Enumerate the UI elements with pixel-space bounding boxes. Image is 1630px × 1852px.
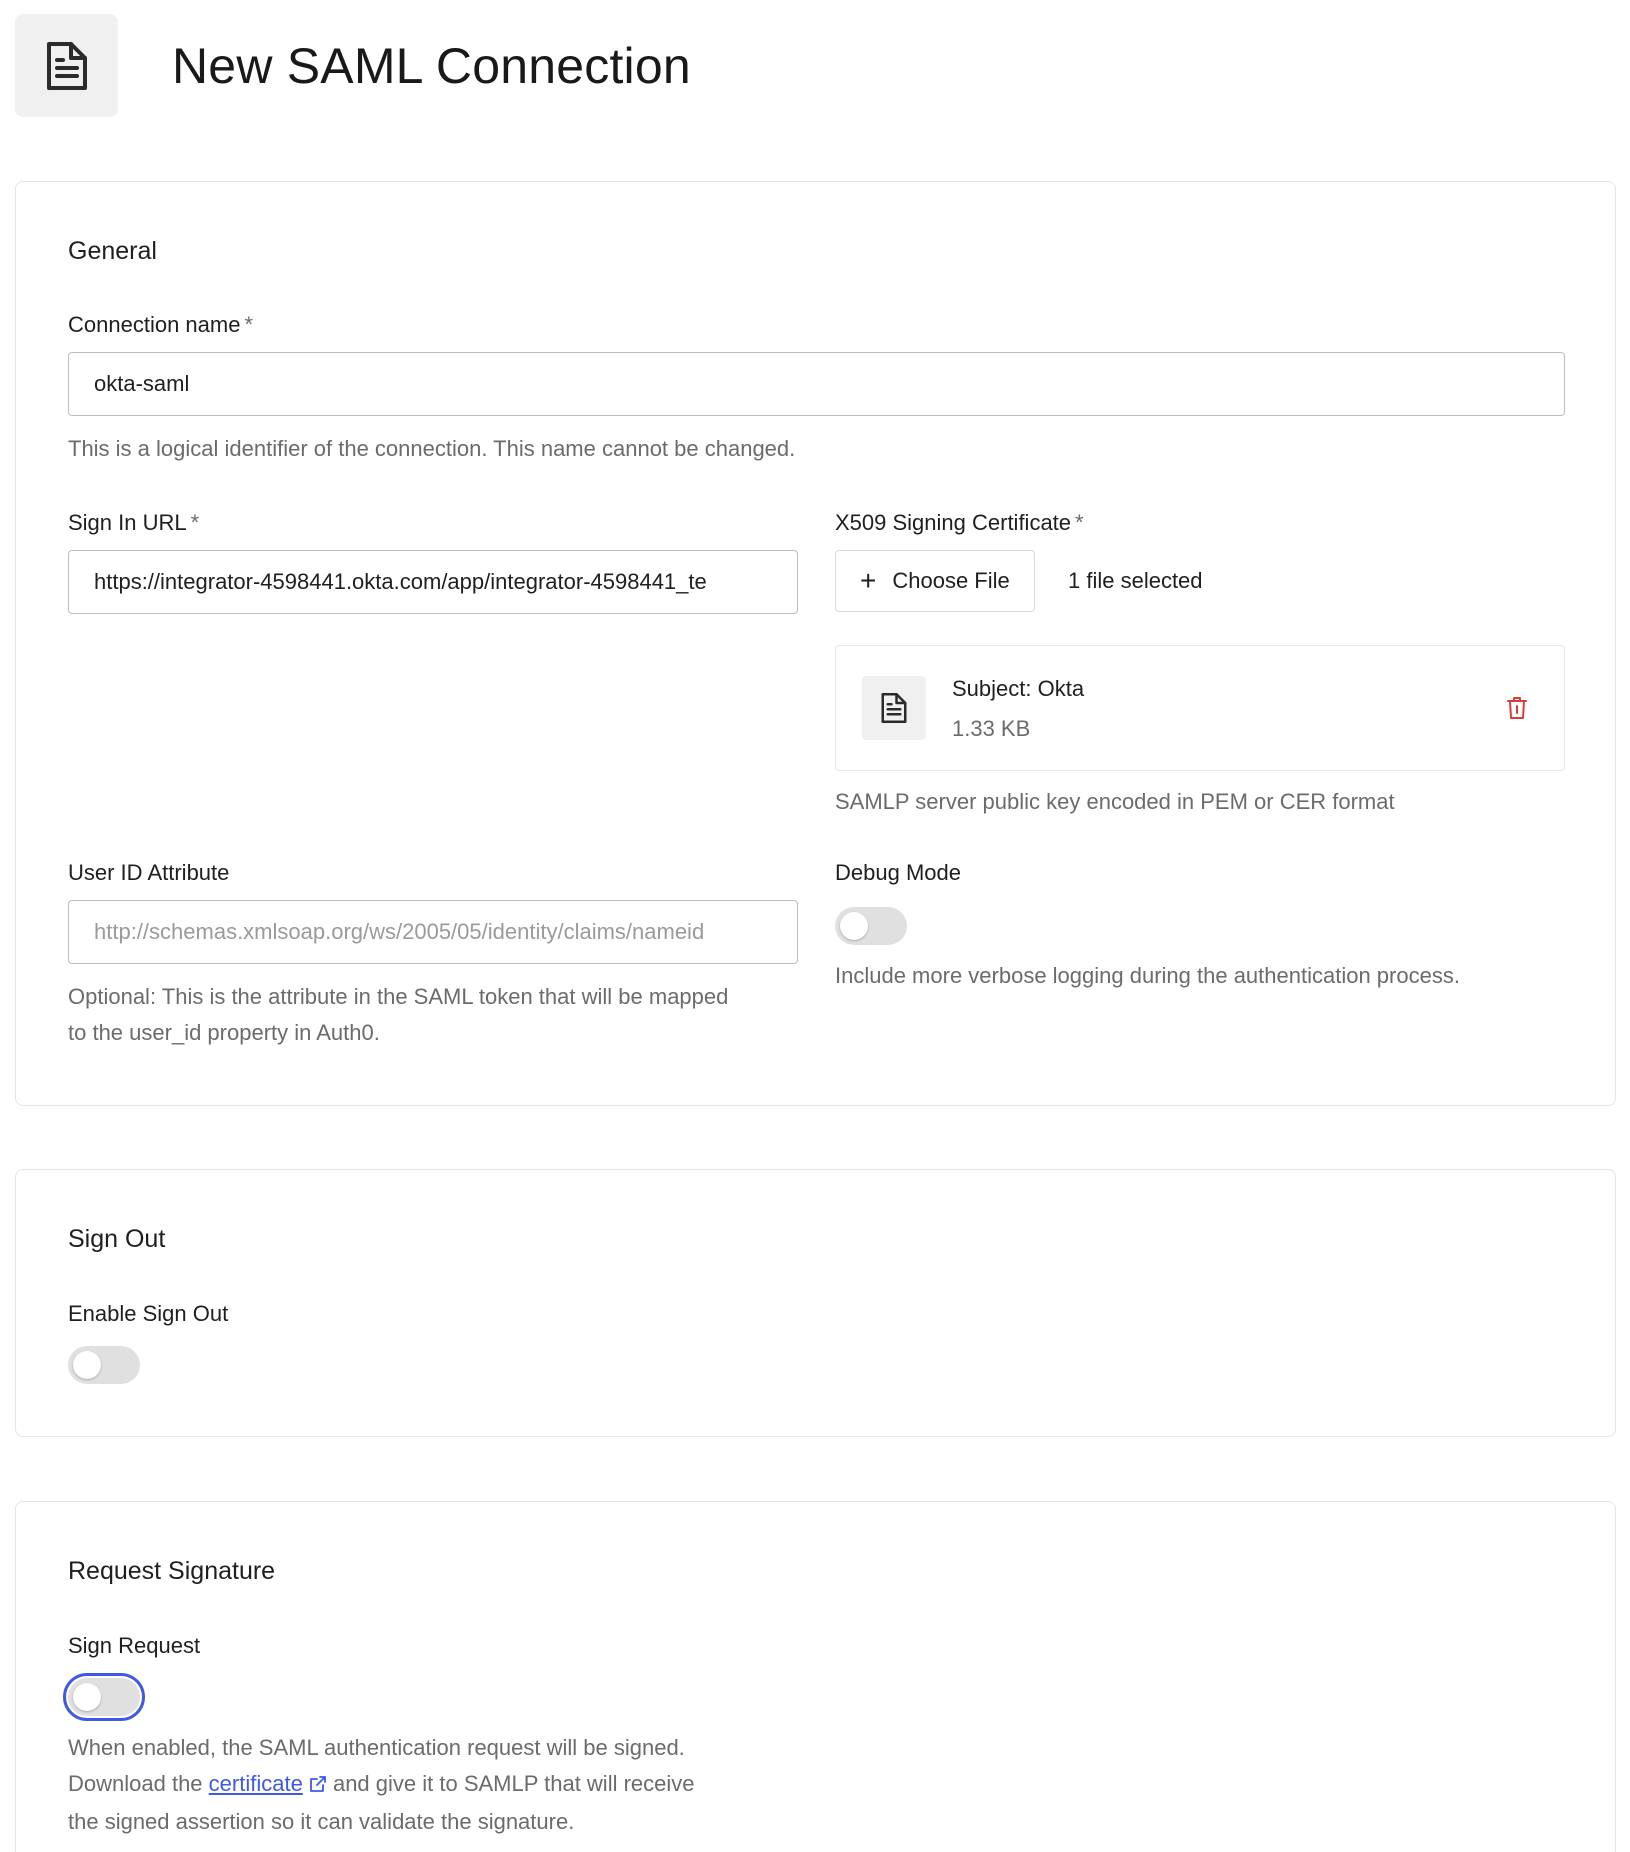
debug-mode-help: Include more verbose logging during the …: [835, 963, 1460, 988]
document-icon: [15, 14, 118, 117]
general-section: General Connection name* This is a logic…: [15, 181, 1616, 1106]
connection-name-label: Connection name *: [68, 312, 254, 337]
user-id-attribute-label: User ID Attribute: [68, 860, 230, 885]
debug-mode-label: Debug Mode: [835, 860, 961, 885]
enable-sign-out-label: Enable Sign Out: [68, 1301, 229, 1326]
sign-in-url-label: Sign In URL *: [68, 510, 200, 535]
connection-name-help: This is a logical identifier of the conn…: [68, 436, 796, 461]
sign-request-help: When enabled, the SAML authentication re…: [68, 1735, 695, 1834]
sign-out-section: Sign Out Enable Sign Out: [15, 1169, 1616, 1437]
request-signature-section-title: Request Signature: [68, 1557, 276, 1585]
sign-out-section-title: Sign Out: [68, 1225, 166, 1253]
toggle-knob: [840, 912, 868, 940]
debug-mode-toggle[interactable]: [835, 907, 907, 945]
choose-file-label: Choose File: [892, 568, 1010, 593]
sign-request-label: Sign Request: [68, 1633, 201, 1658]
sign-request-toggle[interactable]: [63, 1673, 145, 1721]
file-document-icon: [862, 676, 926, 740]
x509-certificate-label: X509 Signing Certificate *: [835, 510, 1084, 535]
request-signature-section: Request Signature Sign Request When enab…: [15, 1501, 1616, 1852]
toggle-knob: [73, 1351, 101, 1379]
choose-file-button[interactable]: + Choose File: [835, 550, 1035, 612]
file-status-text: 1 file selected: [1068, 568, 1203, 593]
toggle-knob: [73, 1683, 101, 1711]
user-id-attribute-input[interactable]: [68, 900, 798, 964]
page-header: New SAML Connection: [15, 14, 691, 117]
enable-sign-out-toggle[interactable]: [68, 1346, 140, 1384]
file-size: 1.33 KB: [952, 716, 1031, 741]
certificate-link[interactable]: certificate: [209, 1771, 303, 1796]
connection-name-input[interactable]: [68, 352, 1565, 416]
x509-help: SAMLP server public key encoded in PEM o…: [835, 789, 1395, 814]
sign-in-url-input[interactable]: [68, 550, 798, 614]
page: New SAML Connection General Connection n…: [0, 0, 1630, 1852]
trash-icon[interactable]: [1506, 696, 1528, 725]
page-title: New SAML Connection: [172, 37, 691, 94]
selected-file-card: Subject: Okta 1.33 KB: [835, 645, 1565, 771]
plus-icon: +: [860, 565, 877, 596]
external-link-icon[interactable]: [309, 1768, 327, 1804]
user-id-attribute-help: Optional: This is the attribute in the S…: [68, 984, 729, 1045]
general-section-title: General: [68, 237, 157, 265]
file-name: Subject: Okta: [952, 676, 1085, 701]
